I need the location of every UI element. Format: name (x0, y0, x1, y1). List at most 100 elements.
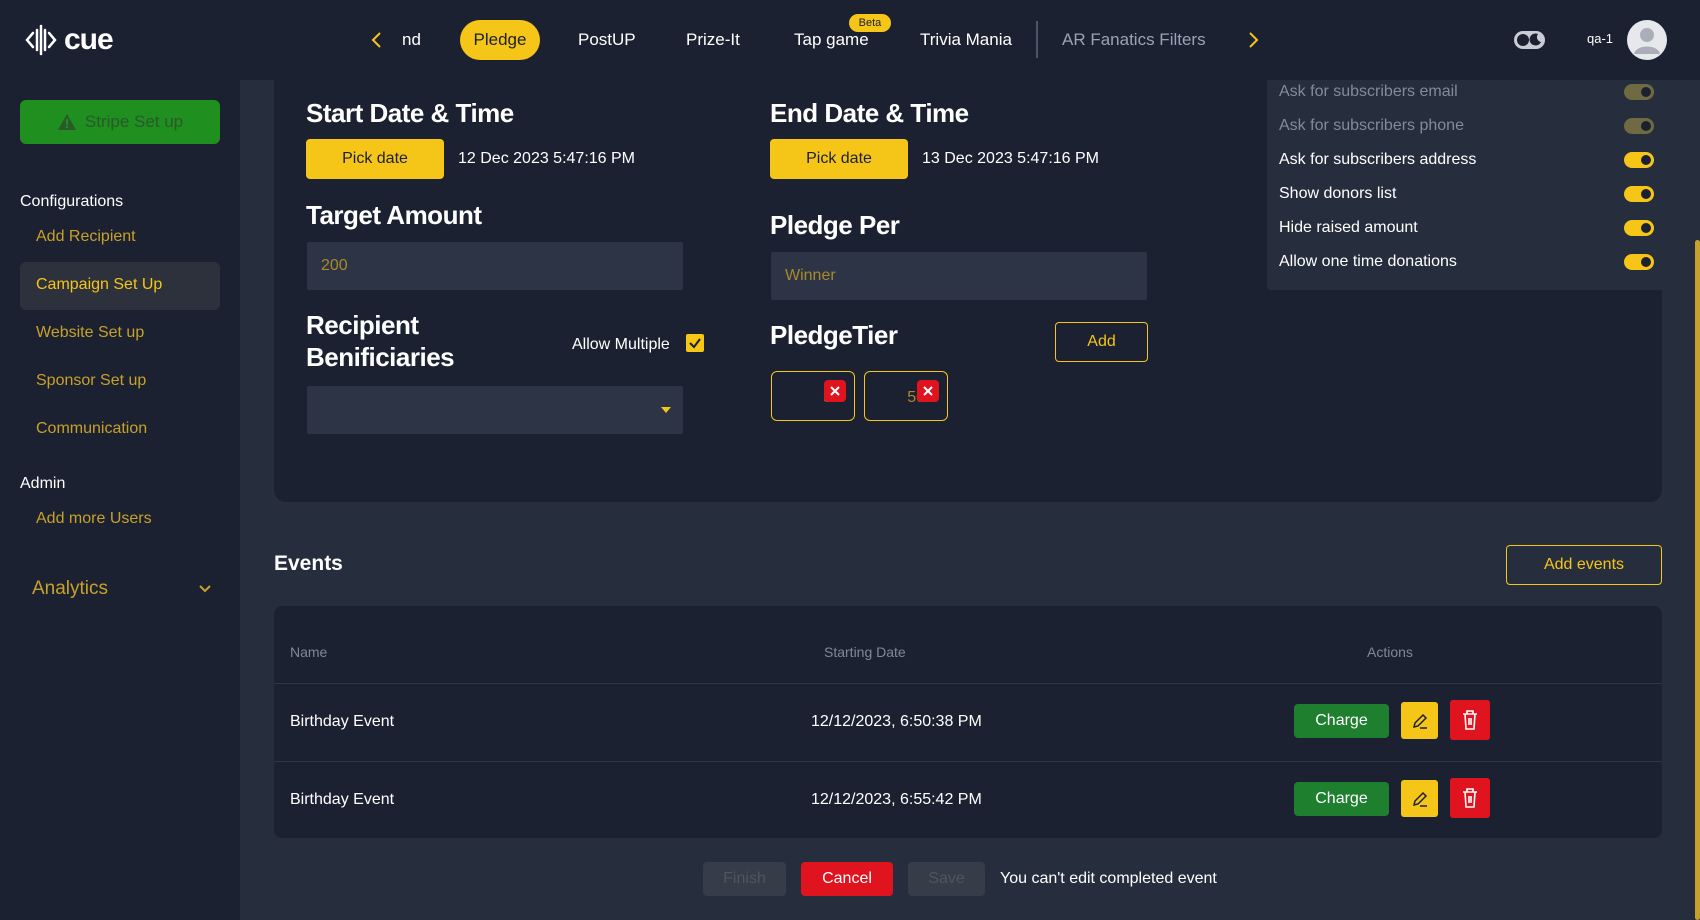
event-date: 12/12/2023, 6:50:38 PM (811, 713, 982, 730)
cue-logo[interactable]: cue (24, 20, 114, 60)
theme-toggle[interactable] (1514, 31, 1545, 49)
stripe-setup-button[interactable]: Stripe Set up (20, 100, 220, 144)
chevron-right-icon (1249, 32, 1259, 48)
remove-tier-button[interactable] (824, 380, 846, 402)
nav-divider (1036, 21, 1038, 58)
add-tier-button[interactable]: Add (1055, 322, 1148, 362)
scrollbar-thumb[interactable] (1695, 240, 1700, 920)
column-header-actions: Actions (1367, 644, 1413, 660)
finish-button[interactable]: Finish (703, 862, 786, 896)
start-date-title: Start Date & Time (306, 98, 514, 128)
moon-icon (1529, 33, 1541, 46)
toggle-knob (1641, 257, 1651, 267)
campaign-form-card: Start Date & Time Pick date 12 Dec 2023 … (274, 80, 1665, 502)
stripe-setup-label: Stripe Set up (84, 112, 184, 131)
delete-event-button[interactable] (1450, 778, 1490, 818)
charge-button[interactable]: Charge (1294, 782, 1389, 816)
target-amount-input[interactable] (321, 257, 683, 275)
toggle-knob (1641, 223, 1651, 233)
sidebar-item-analytics[interactable]: Analytics (32, 578, 212, 600)
recipient-select[interactable] (307, 386, 683, 434)
remove-tier-button[interactable] (917, 380, 939, 402)
sidebar-item-add-more-users[interactable]: Add more Users (36, 510, 152, 528)
trash-icon (1463, 788, 1477, 808)
target-amount-field[interactable] (307, 242, 683, 290)
tab-prize-it[interactable]: Prize-It (686, 20, 740, 60)
avatar[interactable] (1627, 20, 1667, 60)
pledge-tier-chip: 5 (771, 371, 855, 421)
start-pick-date-button[interactable]: Pick date (306, 139, 444, 179)
pencil-icon (1412, 713, 1427, 729)
pledge-per-title: Pledge Per (770, 210, 900, 240)
event-name: Birthday Event (290, 791, 395, 808)
tab-ar-fanatics-filters[interactable]: AR Fanatics Filters (1062, 20, 1206, 60)
main-content: Start Date & Time Pick date 12 Dec 2023 … (240, 80, 1700, 920)
setting-label: Ask for subscribers phone (1279, 117, 1464, 134)
toggle-knob (1641, 189, 1651, 199)
sound-wave-icon (25, 24, 57, 56)
tab-trivia-mania[interactable]: Trivia Mania (920, 20, 1012, 60)
edit-event-button[interactable] (1401, 780, 1438, 817)
setting-row-address: Ask for subscribers address (1279, 148, 1654, 172)
end-pick-date-button[interactable]: Pick date (770, 139, 908, 179)
setting-row-donors-list: Show donors list (1279, 182, 1654, 206)
pledge-tier-title: PledgeTier (770, 320, 898, 350)
admin-heading: Admin (20, 475, 66, 492)
trash-icon (1463, 710, 1477, 730)
setting-toggle[interactable] (1624, 152, 1654, 168)
target-amount-title: Target Amount (306, 200, 482, 230)
column-header-starting-date: Starting Date (824, 644, 906, 660)
start-date-value: 12 Dec 2023 5:47:16 PM (458, 150, 636, 167)
username: qa-1 (1587, 31, 1614, 46)
sidebar-item-sponsor-setup[interactable]: Sponsor Set up (36, 372, 146, 390)
setting-row-email: Ask for subscribers email (1279, 80, 1654, 104)
sidebar-item-website-setup[interactable]: Website Set up (36, 324, 144, 342)
save-button[interactable]: Save (908, 862, 985, 896)
sidebar-item-campaign-setup[interactable]: Campaign Set Up (36, 276, 162, 294)
setting-label: Allow one time donations (1279, 253, 1457, 270)
setting-row-hide-raised: Hide raised amount (1279, 216, 1654, 240)
recipient-title-line1: Recipient (306, 310, 419, 340)
chevron-down-icon (199, 585, 211, 593)
pledge-per-field[interactable] (771, 252, 1147, 300)
end-date-title: End Date & Time (770, 98, 969, 128)
close-icon (830, 386, 840, 396)
add-events-button[interactable]: Add events (1506, 545, 1662, 585)
top-navigation-bar: cue nd Pledge PostUP Prize-It Beta Tap g… (0, 0, 1700, 80)
allow-multiple-label: Allow Multiple (572, 336, 670, 353)
pledge-tier-chip: 50 (864, 371, 948, 421)
edit-event-button[interactable] (1401, 702, 1438, 739)
setting-row-one-time: Allow one time donations (1279, 250, 1654, 274)
cancel-button[interactable]: Cancel (801, 862, 893, 896)
setting-toggle[interactable] (1624, 254, 1654, 270)
toggle-knob (1641, 87, 1651, 97)
warning-icon (57, 114, 76, 130)
status-message: You can't edit completed event (1000, 870, 1217, 887)
setting-toggle[interactable] (1624, 220, 1654, 236)
setting-label: Ask for subscribers address (1279, 151, 1477, 168)
setting-label: Show donors list (1279, 185, 1397, 202)
caret-down-icon (661, 407, 671, 413)
nav-next-arrow[interactable] (1239, 26, 1267, 54)
sidebar-item-add-recipient[interactable]: Add Recipient (36, 228, 136, 246)
events-table: Name Starting Date Actions Birthday Even… (274, 606, 1662, 838)
nav-prev-arrow[interactable] (363, 26, 391, 54)
setting-label: Ask for subscribers email (1279, 83, 1458, 100)
toggle-knob (1517, 34, 1529, 46)
tab-fund[interactable]: nd (402, 20, 421, 60)
row-divider (274, 761, 1662, 762)
tab-pledge[interactable]: Pledge (460, 20, 540, 60)
pledge-per-input[interactable] (785, 267, 1147, 285)
delete-event-button[interactable] (1450, 700, 1490, 740)
allow-multiple-checkbox[interactable] (686, 334, 704, 352)
tab-postup[interactable]: PostUP (578, 20, 636, 60)
checkmark-icon (689, 338, 701, 349)
charge-button[interactable]: Charge (1294, 704, 1389, 738)
setting-toggle[interactable] (1624, 186, 1654, 202)
toggle-knob (1641, 155, 1651, 165)
setting-toggle[interactable] (1624, 118, 1654, 134)
chevron-left-icon (371, 32, 381, 48)
setting-toggle[interactable] (1624, 84, 1654, 100)
sidebar-item-communication[interactable]: Communication (36, 420, 147, 438)
tab-tap-game[interactable]: Tap game (794, 20, 869, 60)
